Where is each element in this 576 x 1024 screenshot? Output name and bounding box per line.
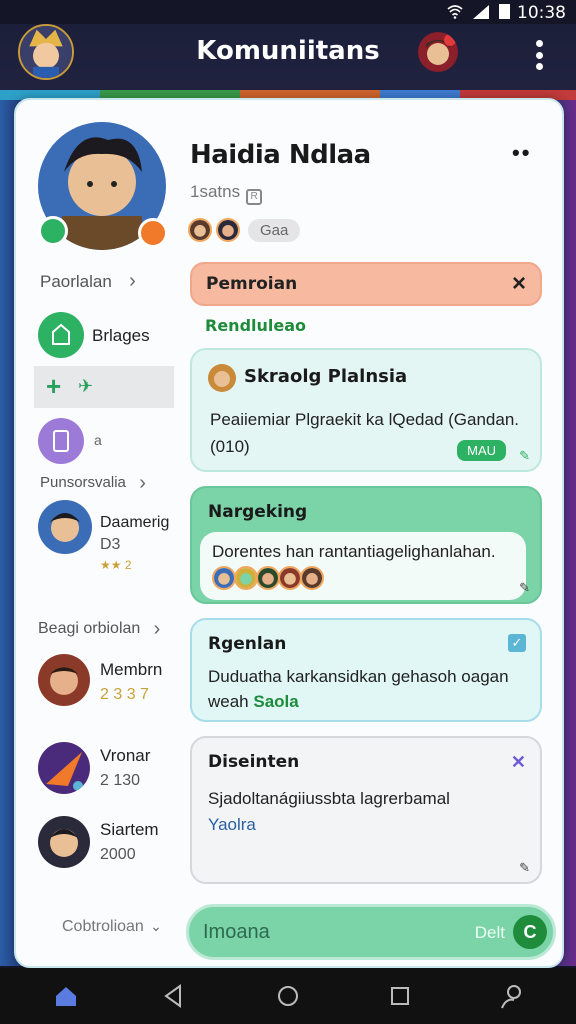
post-body: Dorentes han rantantiagelighanlahan. (212, 542, 496, 561)
home-outline-icon[interactable] (38, 312, 84, 358)
sidebar-item-brlages[interactable]: Brlages (92, 326, 150, 346)
profile-name: Haidia Ndlaa (190, 140, 371, 170)
home-icon[interactable] (52, 982, 80, 1010)
chevron-down-icon: ⌄ (150, 918, 162, 934)
sidebar-item-extra[interactable]: a (94, 432, 102, 448)
friends-chip[interactable]: Gaa (248, 218, 301, 242)
user-avatar[interactable] (418, 32, 458, 72)
user-name: Daamerig (100, 514, 170, 531)
section-beagi-orbiolan[interactable]: Beagi orbiolan › (38, 618, 160, 640)
status-icons (447, 4, 510, 19)
compose-input[interactable]: Imoana (203, 921, 270, 944)
post-title: Skraolg Plalnsia (244, 366, 408, 387)
verified-badge-icon (38, 216, 68, 246)
section-label: Paorlalan (40, 272, 112, 291)
chevron-right-icon: › (153, 618, 161, 640)
post-body-text: Sjadoltanágiiussbta lagrerbamal (208, 789, 450, 808)
edit-icon[interactable]: ✎ (519, 580, 530, 596)
friend-avatar[interactable] (216, 218, 240, 242)
compose-bar[interactable]: Imoana Delt C (186, 904, 556, 960)
section-label: Beagi orbiolan (38, 620, 141, 637)
brand-x-icon[interactable]: ✕ (511, 752, 526, 773)
edit-icon[interactable]: ✎ (519, 448, 530, 464)
status-time: 10:38 (517, 3, 566, 23)
user-avatar-daamerig[interactable] (38, 500, 92, 554)
friend-avatar[interactable] (188, 218, 212, 242)
section-punsorsvalia[interactable]: Punsorsvalia › (40, 472, 146, 494)
chevron-right-icon: › (129, 270, 136, 292)
post-card-2[interactable]: Nargeking Dorentes han rantantiagelighan… (190, 486, 542, 604)
app-bar: Komuniitans (0, 24, 576, 90)
post-card-1[interactable]: Skraolg Plalnsia Peaiiemiar Plgraekit ka… (190, 348, 542, 472)
back-icon[interactable] (160, 982, 188, 1010)
battery-icon (499, 4, 510, 19)
user-avatar-vronar[interactable] (38, 742, 90, 794)
profile-more-button[interactable]: •• (512, 140, 531, 166)
user-score: 2 130 (100, 772, 141, 789)
user-avatar-siartem[interactable] (38, 816, 90, 868)
send-icon[interactable]: C (513, 915, 547, 949)
post-body: Duduatha karkansidkan gehasoh oagan weah… (208, 664, 538, 714)
reward-badge-icon (138, 218, 168, 248)
participant-avatars (212, 566, 324, 590)
user-score: 2 3 3 7 (100, 686, 149, 703)
post-card-4[interactable]: Diseinten ✕ Sjadoltanágiiussbta lagrerba… (190, 736, 542, 884)
participant-avatar[interactable] (212, 566, 236, 590)
alert-banner[interactable]: Pemroian × (190, 262, 542, 306)
user-name: Vronar (100, 746, 151, 765)
circle-home-icon[interactable] (274, 982, 302, 1010)
user-level: D3 (100, 536, 121, 553)
user-stars: ★★ 2 (100, 558, 132, 572)
app-title: Komuniitans (196, 36, 380, 66)
section-paorlalan[interactable]: Paorlalan › (40, 270, 136, 292)
post-title: Nargeking (208, 502, 308, 522)
recents-icon[interactable] (386, 982, 414, 1010)
user-name: Membrn (100, 660, 163, 679)
sidebar-item-add[interactable]: + ✈ (34, 366, 174, 408)
send-label[interactable]: Delt (475, 923, 505, 943)
section-label: Cobtrolioan (62, 918, 144, 935)
user-search-icon[interactable] (498, 982, 526, 1010)
post-badge[interactable]: MAU (457, 440, 506, 461)
profile-subtitle-text: 1satns (190, 182, 241, 201)
profile-tag-icon: R (246, 189, 263, 205)
close-icon[interactable]: × (512, 270, 526, 298)
participant-avatar[interactable] (256, 566, 280, 590)
profile-subtitle: 1satns R (190, 182, 263, 205)
section-green-label: Rendluleao (205, 316, 307, 335)
alert-label: Pemroian (206, 274, 298, 294)
post-link[interactable]: Yaolra (208, 815, 256, 834)
post-body: Sjadoltanágiiussbta lagrerbamal Yaolra (208, 786, 538, 838)
friend-avatars: Gaa (188, 218, 301, 242)
chevron-right-icon: › (139, 472, 146, 494)
system-nav-bar (0, 968, 576, 1024)
user-name: Siartem (100, 820, 159, 839)
user-score: 2000 (100, 846, 136, 863)
document-icon[interactable] (38, 418, 84, 464)
wifi-icon (447, 4, 463, 19)
message-bubble: Dorentes han rantantiagelighanlahan. (200, 532, 526, 600)
post-highlight[interactable]: Saola (253, 692, 298, 711)
post-title: Diseinten (208, 752, 300, 772)
post-title: Rgenlan (208, 634, 287, 654)
post-avatar (208, 364, 236, 392)
edit-icon[interactable]: ✎ (519, 860, 530, 876)
user-avatar-membrn[interactable] (38, 654, 90, 706)
participant-avatar[interactable] (300, 566, 324, 590)
section-label: Punsorsvalia (40, 474, 126, 491)
participant-avatar[interactable] (278, 566, 302, 590)
kebab-icon[interactable] (536, 40, 544, 70)
section-cobtrolioan[interactable]: Cobtrolioan ⌄ (62, 918, 162, 936)
status-bar: 10:38 (0, 0, 576, 24)
run-icon: ✈ (78, 376, 94, 396)
participant-avatar[interactable] (234, 566, 258, 590)
post-card-3[interactable]: Rgenlan ✓ Duduatha karkansidkan gehasoh … (190, 618, 542, 722)
signal-icon (473, 4, 489, 19)
check-icon[interactable]: ✓ (508, 634, 526, 652)
plus-icon: + (46, 371, 62, 401)
